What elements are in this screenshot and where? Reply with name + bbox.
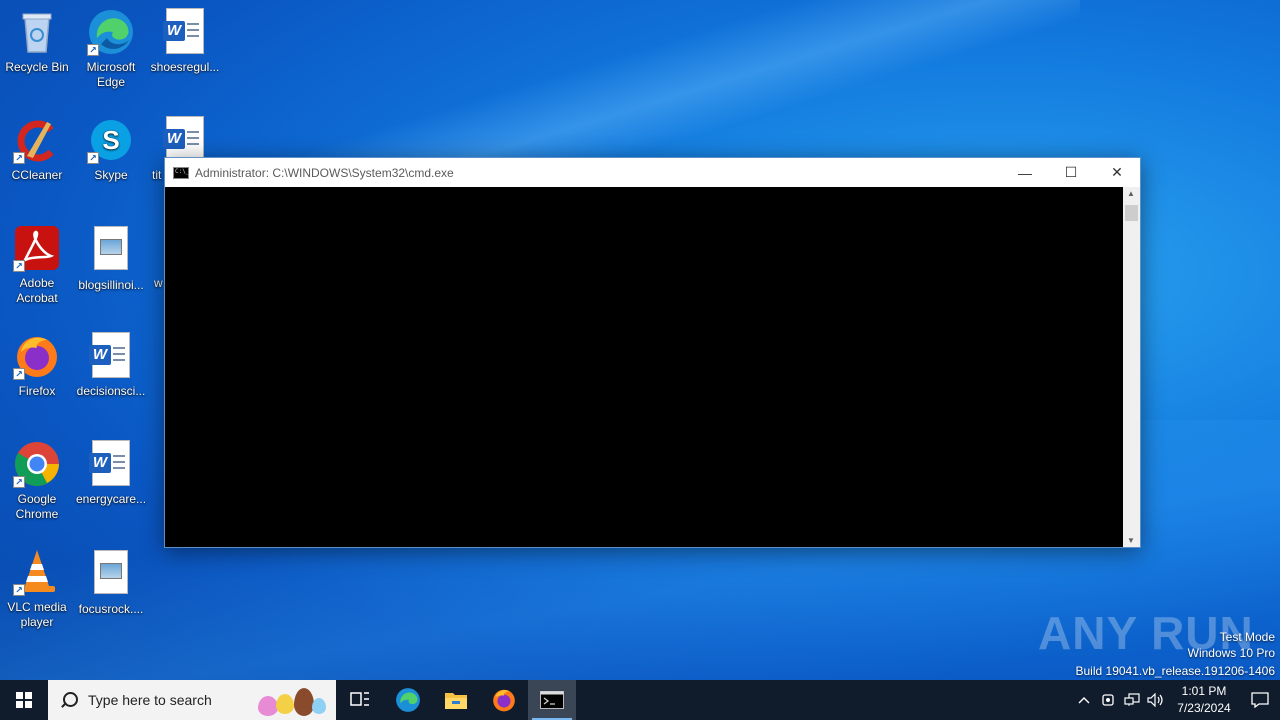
google-chrome-icon: ↗ bbox=[13, 440, 61, 488]
desktop-icon-decisionsci[interactable]: W decisionsci... bbox=[74, 332, 148, 399]
firefox-icon: ↗ bbox=[13, 332, 61, 380]
network-button[interactable] bbox=[1120, 680, 1144, 720]
minimize-button[interactable]: — bbox=[1002, 158, 1048, 187]
show-hidden-icons-button[interactable] bbox=[1072, 680, 1096, 720]
shortcut-arrow-icon: ↗ bbox=[13, 368, 25, 380]
scroll-thumb[interactable] bbox=[1125, 205, 1138, 221]
close-button[interactable]: ✕ bbox=[1094, 158, 1140, 187]
action-center-button[interactable] bbox=[1240, 680, 1280, 720]
notification-icon bbox=[1251, 692, 1269, 708]
microsoft-edge-icon: ↗ bbox=[87, 8, 135, 56]
icon-label: focusrock.... bbox=[78, 602, 144, 616]
icon-label: Google Chrome bbox=[15, 492, 59, 521]
scroll-down-icon[interactable]: ▼ bbox=[1127, 536, 1135, 545]
windows-edition-label: Windows 10 Pro bbox=[1187, 646, 1275, 660]
word-document-icon: W bbox=[161, 8, 209, 56]
icon-label: Firefox bbox=[18, 384, 56, 398]
skype-icon: S ↗ bbox=[87, 116, 135, 164]
file-explorer-icon bbox=[445, 693, 467, 709]
window-titlebar[interactable]: Administrator: C:\WINDOWS\System32\cmd.e… bbox=[165, 158, 1140, 187]
scroll-up-icon[interactable]: ▲ bbox=[1127, 189, 1135, 198]
cmd-icon bbox=[173, 166, 189, 179]
desktop-icon-microsoft-edge[interactable]: ↗ Microsoft Edge bbox=[74, 8, 148, 90]
image-file-icon bbox=[87, 550, 135, 598]
adobe-acrobat-icon: ↗ bbox=[13, 224, 61, 272]
cmd-window[interactable]: Administrator: C:\WINDOWS\System32\cmd.e… bbox=[164, 157, 1141, 548]
vertical-scrollbar[interactable]: ▲ ▼ bbox=[1123, 187, 1140, 547]
start-button[interactable] bbox=[0, 680, 48, 720]
taskbar-cmd-button[interactable] bbox=[528, 680, 576, 720]
clock-date: 7/23/2024 bbox=[1177, 701, 1231, 715]
ccleaner-icon: ↗ bbox=[13, 116, 61, 164]
shortcut-arrow-icon: ↗ bbox=[87, 44, 99, 56]
device-icon bbox=[1102, 694, 1114, 706]
desktop-icon-shoesregul[interactable]: W shoesregul... bbox=[148, 8, 222, 75]
desktop-icon-adobe-acrobat[interactable]: ↗ Adobe Acrobat bbox=[0, 224, 74, 306]
icon-label: Microsoft Edge bbox=[86, 60, 136, 89]
svg-text:S: S bbox=[102, 125, 119, 155]
task-view-button[interactable] bbox=[336, 680, 384, 720]
shortcut-arrow-icon: ↗ bbox=[13, 152, 25, 164]
desktop-icon-google-chrome[interactable]: ↗ Google Chrome bbox=[0, 440, 74, 522]
minimize-icon: — bbox=[1018, 164, 1032, 181]
search-icon bbox=[60, 691, 78, 709]
desktop-icon-ccleaner[interactable]: ↗ CCleaner bbox=[0, 116, 74, 183]
build-label: Build 19041.vb_release.191206-1406 bbox=[1075, 664, 1276, 678]
recycle-bin-icon bbox=[13, 8, 61, 56]
taskbar-clock[interactable]: 1:01 PM 7/23/2024 bbox=[1168, 683, 1240, 717]
desktop-icon-recycle-bin[interactable]: Recycle Bin bbox=[0, 8, 74, 75]
image-file-icon bbox=[87, 226, 135, 274]
icon-label: VLC media player bbox=[7, 600, 67, 629]
shortcut-arrow-icon: ↗ bbox=[87, 152, 99, 164]
windows-logo-icon bbox=[16, 692, 32, 708]
desktop-icon-focusrock[interactable]: focusrock.... bbox=[74, 548, 148, 617]
icon-label: energycare... bbox=[76, 492, 147, 506]
firefox-icon bbox=[493, 689, 515, 712]
maximize-button[interactable]: ☐ bbox=[1048, 158, 1094, 187]
shortcut-arrow-icon: ↗ bbox=[13, 584, 25, 596]
taskbar-edge-button[interactable] bbox=[384, 680, 432, 720]
word-document-icon: W bbox=[87, 332, 135, 380]
taskbar-firefox-button[interactable] bbox=[480, 680, 528, 720]
word-document-icon: W bbox=[87, 440, 135, 488]
cmd-icon bbox=[540, 691, 564, 709]
icon-label: Adobe Acrobat bbox=[16, 276, 58, 305]
desktop-icon-firefox[interactable]: ↗ Firefox bbox=[0, 332, 74, 399]
clock-time: 1:01 PM bbox=[1181, 684, 1227, 698]
volume-button[interactable] bbox=[1144, 680, 1168, 720]
vlc-cone-icon: ↗ bbox=[13, 548, 61, 596]
system-tray: 1:01 PM 7/23/2024 bbox=[1072, 680, 1280, 720]
taskbar: Type here to search 1:01 PM 7/23/2024 bbox=[0, 680, 1280, 720]
desktop-icon-energycare[interactable]: W energycare... bbox=[74, 440, 148, 507]
icon-label: blogsillinoi... bbox=[78, 278, 144, 292]
task-view-icon bbox=[350, 692, 369, 706]
tray-device-button[interactable] bbox=[1096, 680, 1120, 720]
desktop-icon-blogsillinoi[interactable]: blogsillinoi... bbox=[74, 224, 148, 293]
speaker-icon bbox=[1147, 693, 1163, 707]
network-icon bbox=[1124, 693, 1140, 706]
desktop-icon-vlc[interactable]: ↗ VLC media player bbox=[0, 548, 74, 630]
icon-label: Skype bbox=[94, 168, 128, 182]
window-title: Administrator: C:\WINDOWS\System32\cmd.e… bbox=[195, 165, 454, 180]
icon-label: decisionsci... bbox=[76, 384, 146, 398]
chevron-up-icon bbox=[1078, 697, 1090, 704]
icon-label: CCleaner bbox=[11, 168, 63, 182]
icon-label: shoesregul... bbox=[150, 60, 220, 74]
close-icon: ✕ bbox=[1111, 164, 1123, 180]
taskbar-file-explorer-button[interactable] bbox=[432, 680, 480, 720]
search-placeholder: Type here to search bbox=[88, 692, 212, 708]
easter-eggs-decoration-icon bbox=[254, 686, 328, 716]
shortcut-arrow-icon: ↗ bbox=[13, 476, 25, 488]
icon-label: Recycle Bin bbox=[5, 60, 69, 74]
console-area[interactable] bbox=[165, 187, 1124, 547]
maximize-icon: ☐ bbox=[1064, 164, 1078, 180]
test-mode-label: Test Mode bbox=[1219, 630, 1275, 644]
desktop-icon-skype[interactable]: S ↗ Skype bbox=[74, 116, 148, 183]
shortcut-arrow-icon: ↗ bbox=[13, 260, 25, 272]
microsoft-edge-icon bbox=[396, 688, 420, 712]
taskbar-search-box[interactable]: Type here to search bbox=[48, 680, 336, 720]
